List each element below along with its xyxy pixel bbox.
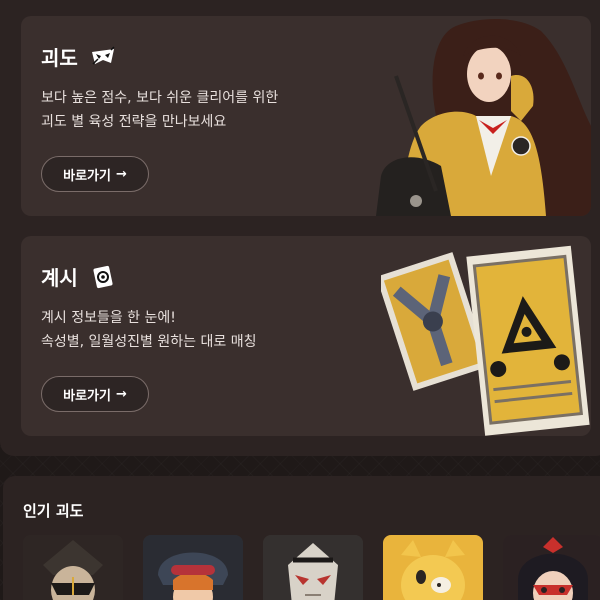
arrow-right-icon: → xyxy=(115,166,127,182)
thief-card: 괴도 보다 높은 점수, 보다 쉬운 클리어를 위한 괴도 별 육성 전략을 만… xyxy=(21,16,591,216)
thief-card-desc-line2: 괴도 별 육성 전략을 만나보세요 xyxy=(41,114,227,130)
popular-thieves-list xyxy=(23,535,600,600)
thief-character-illustration xyxy=(376,19,591,216)
popular-thieves-section: 인기 괴도 xyxy=(3,476,600,600)
arrow-right-icon: → xyxy=(115,386,127,402)
revelation-card-icon xyxy=(90,264,116,290)
mask-icon xyxy=(90,44,116,70)
revelation-go-button[interactable]: 바로가기 → xyxy=(41,376,149,412)
revelation-card-desc-line1: 계시 정보들을 한 눈에! xyxy=(41,310,176,326)
revelation-cards-illustration xyxy=(381,245,590,436)
page: 괴도 보다 높은 점수, 보다 쉬운 클리어를 위한 괴도 별 육성 전략을 만… xyxy=(0,0,600,600)
popular-thieves-title: 인기 괴도 xyxy=(23,502,84,520)
revelation-card-desc-line2: 속성별, 일월성진별 원하는 대로 매칭 xyxy=(41,334,257,350)
go-button-label: 바로가기 xyxy=(63,168,111,184)
thief-portrait-2[interactable] xyxy=(143,535,243,600)
thief-portrait-5[interactable] xyxy=(503,535,600,600)
thief-card-desc-line1: 보다 높은 점수, 보다 쉬운 클리어를 위한 xyxy=(41,90,279,106)
thief-go-button[interactable]: 바로가기 → xyxy=(41,156,149,192)
thief-portrait-3[interactable] xyxy=(263,535,363,600)
go-button-label: 바로가기 xyxy=(63,388,111,404)
revelation-card: 계시 계시 정보들을 한 눈에! 속성별, 일월성진별 원하는 대로 매칭 바로… xyxy=(21,236,591,436)
thief-portrait-1[interactable] xyxy=(23,535,123,600)
revelation-card-title: 계시 xyxy=(41,266,78,290)
thief-portrait-4[interactable] xyxy=(383,535,483,600)
thief-card-title: 괴도 xyxy=(41,46,78,70)
